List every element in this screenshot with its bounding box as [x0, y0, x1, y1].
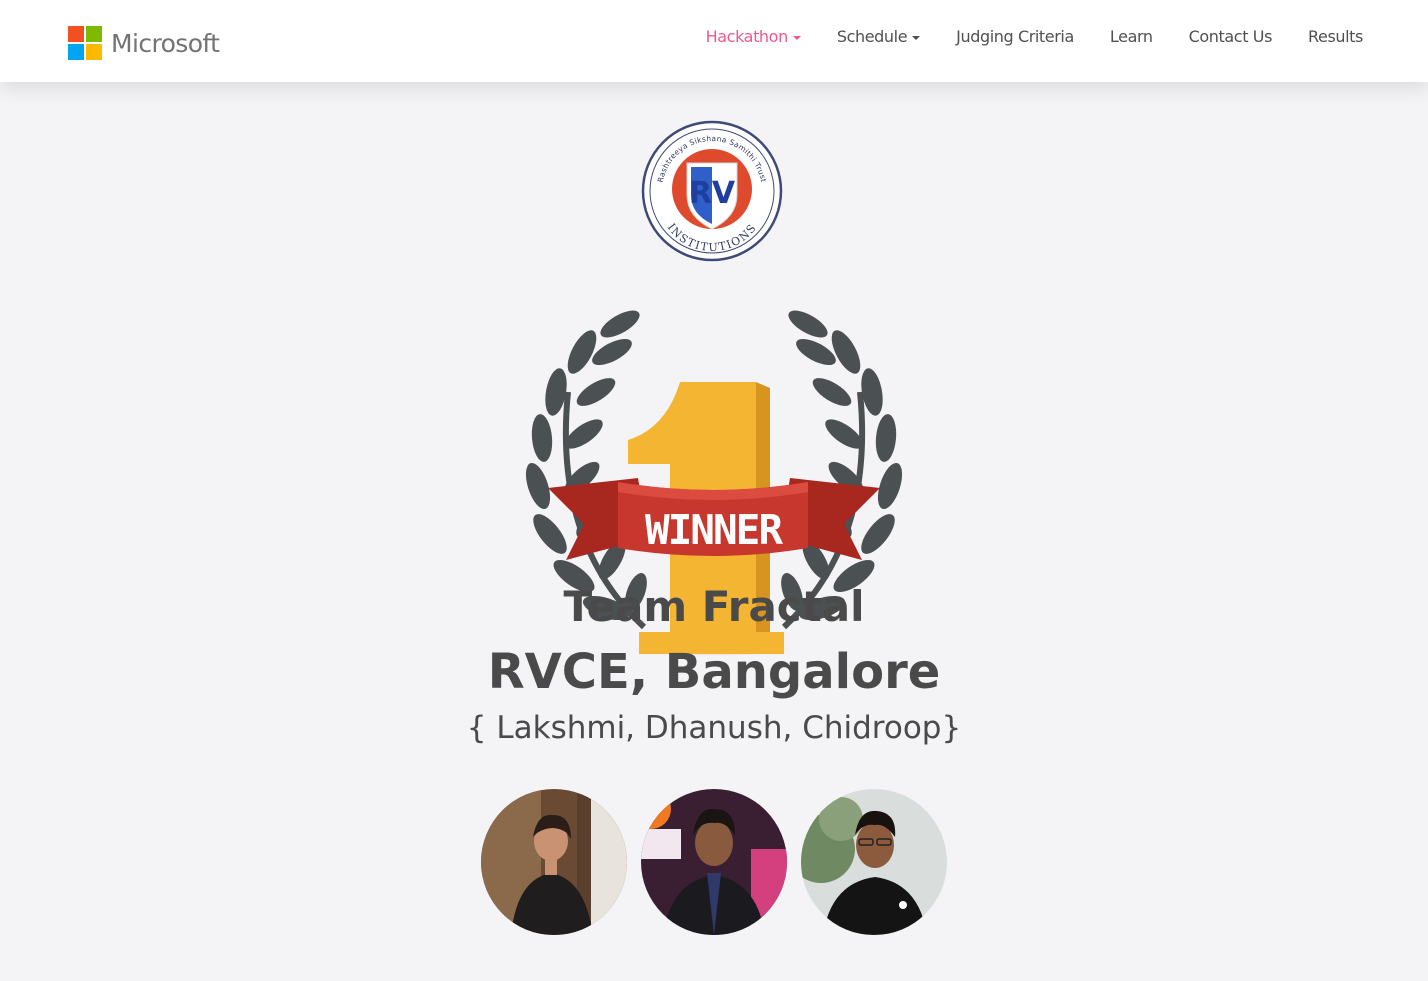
nav-contact-us[interactable]: Contact Us	[1188, 27, 1273, 46]
nav-judging-criteria[interactable]: Judging Criteria	[956, 27, 1074, 46]
member-photo-chidroop[interactable]	[801, 789, 947, 935]
laurel-right-icon	[781, 310, 903, 630]
nav-judging-criteria-label: Judging Criteria	[956, 27, 1074, 46]
winner-ribbon-label: WINNER	[645, 506, 783, 554]
nav-hackathon[interactable]: Hackathon	[706, 27, 801, 46]
nav-results-label: Results	[1308, 27, 1363, 46]
laurel-left-icon	[525, 310, 647, 630]
nav-results[interactable]: Results	[1308, 27, 1363, 46]
member-photo-lakshmi[interactable]	[481, 789, 627, 935]
team-member-photos	[481, 789, 947, 935]
avatar	[641, 789, 787, 935]
member-photo-dhanush[interactable]	[641, 789, 787, 935]
college-name: RVCE, Bangalore	[487, 644, 941, 700]
microsoft-brand-link[interactable]: Microsoft	[68, 25, 220, 61]
chevron-down-icon	[912, 36, 921, 40]
brand-name: Microsoft	[111, 28, 220, 58]
nav-contact-us-label: Contact Us	[1188, 27, 1273, 46]
team-name: Team Fractal	[563, 582, 865, 631]
winner-ribbon: WINNER	[548, 478, 880, 560]
nav-schedule-label: Schedule	[836, 27, 908, 46]
nav-learn[interactable]: Learn	[1110, 27, 1153, 46]
chevron-down-icon	[792, 36, 801, 40]
top-navbar: Microsoft Hackathon Schedule Judging Cri…	[0, 0, 1428, 82]
nav-schedule[interactable]: Schedule	[836, 27, 921, 46]
team-members: { Lakshmi, Dhanush, Chidroop}	[466, 710, 962, 746]
main-nav: Hackathon Schedule Judging Criteria Lear…	[706, 27, 1364, 46]
crest-initials: RV	[689, 176, 736, 211]
avatar	[801, 789, 947, 935]
nav-hackathon-label: Hackathon	[705, 27, 789, 46]
avatar	[481, 789, 627, 935]
microsoft-logo-icon	[68, 26, 102, 60]
winner-section: Rashtreeya Sikshana Samithi Trust INSTIT…	[0, 82, 1428, 981]
nav-learn-label: Learn	[1109, 27, 1153, 46]
